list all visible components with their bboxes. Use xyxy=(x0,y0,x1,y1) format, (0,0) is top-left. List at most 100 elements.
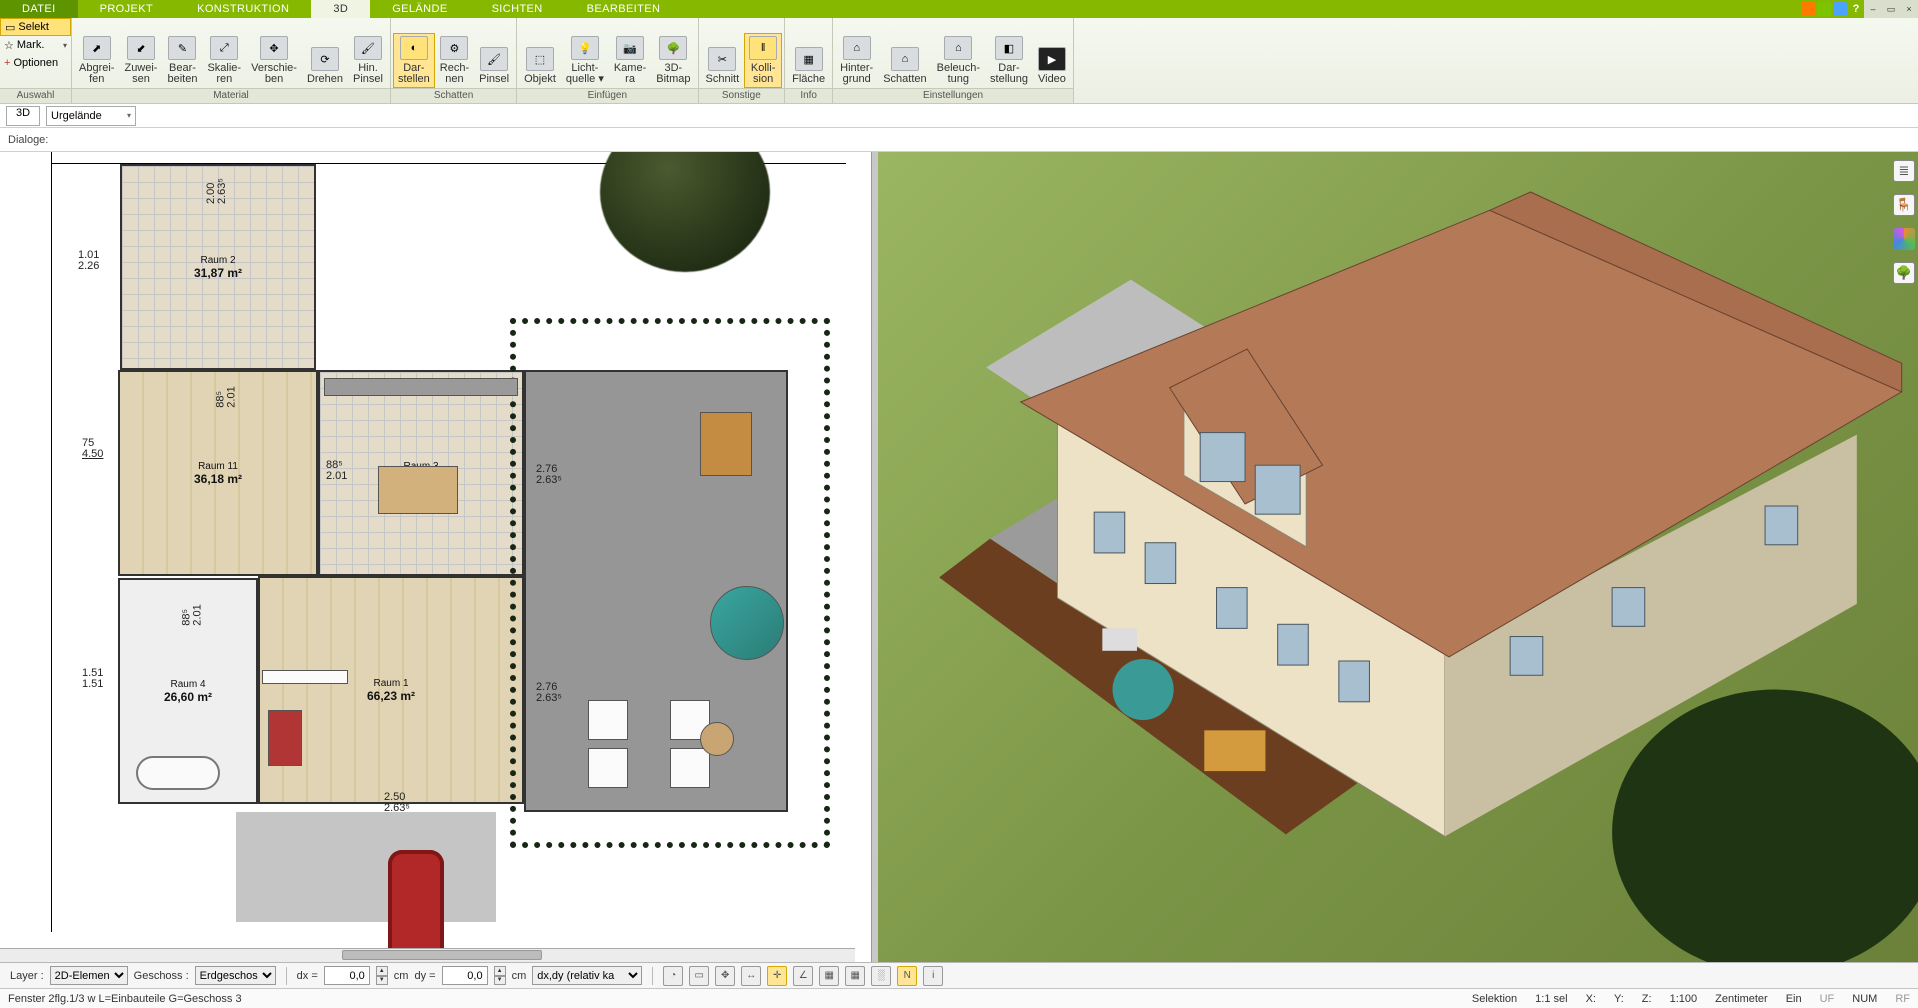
darstellung-button[interactable]: ◧Dar-stellung xyxy=(985,33,1033,88)
close-button[interactable]: × xyxy=(1900,0,1918,18)
ribbon-group-schatten: ◐Dar-stellen ⚙Rech-nen 🖌Pinsel Schatten xyxy=(391,18,517,103)
video-button[interactable]: ▶Video xyxy=(1033,44,1071,88)
status-rf: RF xyxy=(1895,993,1910,1005)
tool-clock-icon[interactable]: ◔ xyxy=(663,966,683,986)
ribbon-group-einstellungen: ⌂Hinter-grund ⌂Schatten ⌂Beleuch-tung ◧D… xyxy=(833,18,1074,103)
dim-left-3: 1.511.51 xyxy=(82,668,103,690)
status-y: Y: xyxy=(1614,993,1624,1005)
tool-snap-icon[interactable]: ✥ xyxy=(715,966,735,986)
group-label-material: Material xyxy=(72,88,390,103)
quick-tool-3[interactable] xyxy=(1833,2,1847,16)
tool-info-icon[interactable]: i xyxy=(923,966,943,986)
abgreifen-button[interactable]: ⬈Abgrei-fen xyxy=(74,33,119,88)
main-tabstrip: DATEI PROJEKT KONSTRUKTION 3D GELÄNDE SI… xyxy=(0,0,1918,18)
ribbon-group-einfuegen: ⬚Objekt 💡Licht-quelle ▾ 📷Kame-ra 🌳3D-Bit… xyxy=(517,18,698,103)
options-tool[interactable]: +Optionen xyxy=(0,54,71,72)
chair-icon[interactable]: 🪑 xyxy=(1893,194,1915,216)
schatten-darstellen-button[interactable]: ◐Dar-stellen xyxy=(393,33,435,88)
tab-3d[interactable]: 3D xyxy=(311,0,370,18)
lichtquelle-button[interactable]: 💡Licht-quelle ▾ xyxy=(561,33,609,88)
terrain-select[interactable]: Urgelände▾ xyxy=(46,106,136,126)
dim-door-r4: 88⁵2.01 xyxy=(182,604,204,625)
min-button[interactable]: – xyxy=(1864,0,1882,18)
patio-umbrella-icon xyxy=(710,586,784,660)
tool-angle-icon[interactable]: ∠ xyxy=(793,966,813,986)
status-element: Fenster 2flg.1/3 w L=Einbauteile G=Gesch… xyxy=(8,993,242,1005)
flaeche-button[interactable]: ▦Fläche xyxy=(787,44,830,88)
layers-icon[interactable]: ≣ xyxy=(1893,160,1915,182)
zuweisen-button[interactable]: ⬋Zuwei-sen xyxy=(119,33,162,88)
quick-tool-2[interactable] xyxy=(1817,2,1831,16)
driveway xyxy=(236,812,496,922)
group-label-info: Info xyxy=(785,88,832,103)
tool-grid1-icon[interactable]: ▦ xyxy=(819,966,839,986)
dx-unit: cm xyxy=(394,970,409,982)
scrollbar-thumb[interactable] xyxy=(342,950,542,960)
schatten-rechnen-button[interactable]: ⚙Rech-nen xyxy=(435,33,474,88)
dining-table xyxy=(378,466,458,514)
tool-monitor-icon[interactable]: ▭ xyxy=(689,966,709,986)
scrollbar-horizontal[interactable] xyxy=(0,948,855,962)
verschieben-button[interactable]: ✥Verschie-ben xyxy=(246,33,302,88)
drehen-button[interactable]: ⟳Drehen xyxy=(302,44,348,88)
status-ratio: 1:1 sel xyxy=(1535,993,1567,1005)
dy-spinner[interactable]: ▲▼ xyxy=(494,966,506,985)
status-unit: Zentimeter xyxy=(1715,993,1768,1005)
group-label-einstellungen: Einstellungen xyxy=(833,88,1073,103)
dialog-bar: Dialoge: xyxy=(0,128,1918,152)
tab-bearbeiten[interactable]: BEARBEITEN xyxy=(565,0,683,18)
sofa xyxy=(268,710,302,766)
status-x: X: xyxy=(1586,993,1596,1005)
tab-gelaende[interactable]: GELÄNDE xyxy=(370,0,469,18)
3d-bitmap-button[interactable]: 🌳3D-Bitmap xyxy=(651,33,695,88)
bathtub-icon xyxy=(136,756,220,790)
tool-hatch-icon[interactable]: ░ xyxy=(871,966,891,986)
tab-projekt[interactable]: PROJEKT xyxy=(78,0,176,18)
tab-konstruktion[interactable]: KONSTRUKTION xyxy=(175,0,311,18)
beleuchtung-button[interactable]: ⌂Beleuch-tung xyxy=(932,33,985,88)
tab-sichten[interactable]: SICHTEN xyxy=(470,0,565,18)
window-buttons: ? – ▭ × xyxy=(1800,0,1918,18)
hintergrund-button[interactable]: ⌂Hinter-grund xyxy=(835,33,878,88)
mode-select[interactable]: 3D xyxy=(6,106,40,126)
kollision-button[interactable]: ‖Kolli-sion xyxy=(744,33,782,88)
layer-label: Layer : xyxy=(10,970,44,982)
group-label-schatten: Schatten xyxy=(391,88,516,103)
room-1[interactable]: Raum 166,23 m² xyxy=(258,576,524,804)
tool-north-icon[interactable]: N xyxy=(897,966,917,986)
house-3d xyxy=(878,152,1918,962)
schatten-pinsel-button[interactable]: 🖌Pinsel xyxy=(474,44,514,88)
patio-table xyxy=(700,722,734,756)
schnitt-button[interactable]: ✂Schnitt xyxy=(701,44,745,88)
layer-select[interactable]: 2D-Elemen xyxy=(50,966,128,985)
dy-input[interactable] xyxy=(442,966,488,985)
colors-icon[interactable] xyxy=(1893,228,1915,250)
dx-spinner[interactable]: ▲▼ xyxy=(376,966,388,985)
plant-icon[interactable]: 🌳 xyxy=(1893,262,1915,284)
tab-datei[interactable]: DATEI xyxy=(0,0,78,18)
schatten-settings-button[interactable]: ⌂Schatten xyxy=(878,44,931,88)
view-selector-bar: 3D Urgelände▾ xyxy=(0,104,1918,128)
floorplan-view[interactable]: Raum 231,87 m² Raum 1136,18 m² Raum 345,… xyxy=(0,152,872,962)
mark-tool[interactable]: ☆Mark.▾ xyxy=(0,36,71,54)
status-z: Z: xyxy=(1642,993,1652,1005)
kamera-button[interactable]: 📷Kame-ra xyxy=(609,33,651,88)
tool-ortho-icon[interactable]: ✛ xyxy=(767,966,787,986)
coord-mode-select[interactable]: dx,dy (relativ ka xyxy=(532,966,642,985)
group-label-einfuegen: Einfügen xyxy=(517,88,697,103)
tool-grid2-icon[interactable]: ▦ xyxy=(845,966,865,986)
kitchen-counter xyxy=(324,378,518,396)
restore-button[interactable]: ▭ xyxy=(1882,0,1900,18)
bearbeiten-button[interactable]: ✎Bear-beiten xyxy=(162,33,202,88)
quick-tool-1[interactable] xyxy=(1801,2,1815,16)
dx-label: dx = xyxy=(297,970,318,982)
hin-pinsel-button[interactable]: 🖌Hin.Pinsel xyxy=(348,33,388,88)
help-icon[interactable]: ? xyxy=(1849,2,1863,16)
skalieren-button[interactable]: ⤢Skalie-ren xyxy=(202,33,246,88)
select-tool[interactable]: ▭Selekt xyxy=(0,18,71,36)
render-view[interactable]: ≣ 🪑 🌳 xyxy=(878,152,1918,962)
tool-dim-icon[interactable]: ↔ xyxy=(741,966,761,986)
dx-input[interactable] xyxy=(324,966,370,985)
geschoss-select[interactable]: Erdgeschos xyxy=(195,966,276,985)
objekt-button[interactable]: ⬚Objekt xyxy=(519,44,561,88)
